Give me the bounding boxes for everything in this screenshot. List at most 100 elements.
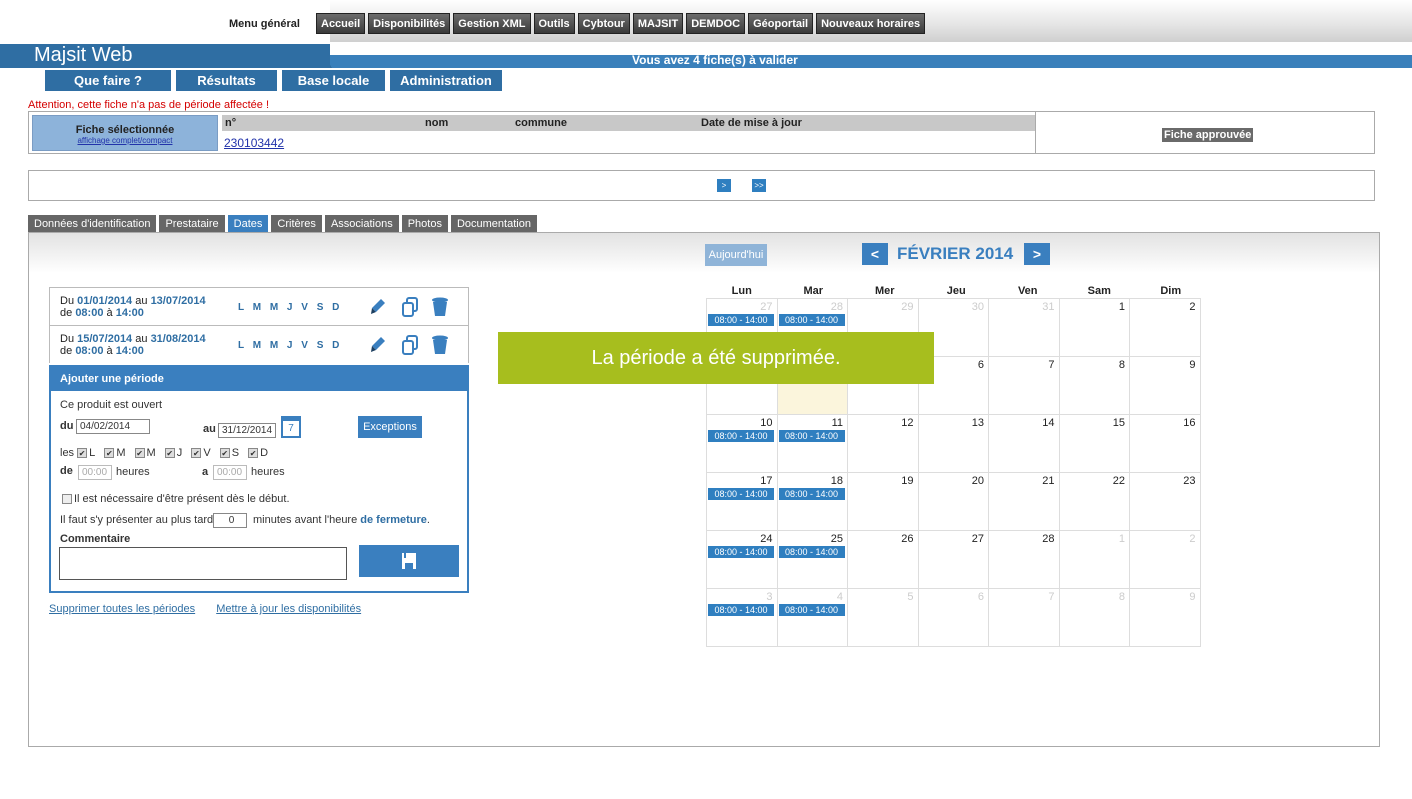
minutes-input[interactable]: 0 xyxy=(213,513,247,528)
calendar-day[interactable]: 14 xyxy=(988,414,1060,473)
calendar-day[interactable]: 13 xyxy=(917,414,989,473)
calendar-day[interactable]: 11 08:00 - 14:00 xyxy=(776,414,848,473)
calendar-day[interactable]: 8 xyxy=(1058,356,1130,415)
last-record-button[interactable]: >> xyxy=(752,179,766,192)
menu-geoportail[interactable]: Géoportail xyxy=(748,13,814,34)
menu-cybtour[interactable]: Cybtour xyxy=(577,13,630,34)
calendar-event[interactable]: 08:00 - 14:00 xyxy=(708,546,774,558)
calendar-day[interactable]: 7 xyxy=(988,356,1060,415)
calendar-event[interactable]: 08:00 - 14:00 xyxy=(778,488,845,500)
checkbox-lundi[interactable]: ✔ xyxy=(77,448,88,459)
tab-photos[interactable]: Photos xyxy=(401,215,448,233)
update-availability-link[interactable]: Mettre à jour les disponibilités xyxy=(216,603,361,615)
calendar-day[interactable]: 24 08:00 - 14:00 xyxy=(706,530,778,589)
trash-icon[interactable] xyxy=(430,296,450,318)
calendar-picker-icon[interactable]: 7 xyxy=(281,416,301,438)
today-button[interactable]: Aujourd'hui xyxy=(705,244,767,266)
calendar-day[interactable]: 17 08:00 - 14:00 xyxy=(706,472,778,531)
presence-checkbox[interactable] xyxy=(62,494,72,505)
calendar-day[interactable]: 18 08:00 - 14:00 xyxy=(776,472,848,531)
pending-notice[interactable]: Vous avez 4 fiche(s) à valider xyxy=(632,53,798,67)
trash-icon[interactable] xyxy=(430,334,450,356)
checkbox-samedi[interactable]: ✔ xyxy=(219,448,230,459)
menu-accueil[interactable]: Accueil xyxy=(316,13,366,34)
pencil-icon[interactable] xyxy=(368,296,388,318)
start-hour-input[interactable]: 00:00 xyxy=(78,465,112,480)
tab-identification[interactable]: Données d'identification xyxy=(28,215,157,233)
calendar-day[interactable]: 308:00 - 14:00 xyxy=(706,588,778,647)
calendar-event[interactable]: 08:00 - 14:00 xyxy=(708,314,774,326)
calendar-event[interactable]: 08:00 - 14:00 xyxy=(778,430,845,442)
calendar-day[interactable]: 6 xyxy=(917,588,989,647)
calendar-event[interactable]: 08:00 - 14:00 xyxy=(708,488,774,500)
start-date-input[interactable]: 04/02/2014 xyxy=(76,419,150,434)
tab-resultats[interactable]: Résultats xyxy=(176,70,277,91)
calendar-day[interactable]: 23 xyxy=(1129,472,1201,531)
calendar-day[interactable]: 25 08:00 - 14:00 xyxy=(776,530,848,589)
next-month-button[interactable]: > xyxy=(1024,243,1050,265)
calendar-day[interactable]: 2 xyxy=(1129,530,1201,589)
calendar-day[interactable]: 7 xyxy=(988,588,1060,647)
display-toggle-link[interactable]: affichage complet/compact xyxy=(33,136,217,145)
tab-que-faire[interactable]: Que faire ? xyxy=(45,70,171,91)
calendar-event[interactable]: 08:00 - 14:00 xyxy=(778,546,845,558)
calendar-day[interactable]: 19 xyxy=(847,472,919,531)
copy-icon[interactable] xyxy=(400,334,420,356)
checkbox-dimanche[interactable]: ✔ xyxy=(248,448,259,459)
au-label: au xyxy=(203,423,216,435)
fiche-number-link[interactable]: 230103442 xyxy=(224,136,284,150)
menu-gestion-xml[interactable]: Gestion XML xyxy=(453,13,531,34)
calendar-day[interactable]: 10 08:00 - 14:00 xyxy=(706,414,778,473)
pencil-icon[interactable] xyxy=(368,334,388,356)
tab-base-locale[interactable]: Base locale xyxy=(282,70,385,91)
checkbox-jeudi[interactable]: ✔ xyxy=(164,448,175,459)
calendar-event[interactable]: 08:00 - 14:00 xyxy=(708,604,774,616)
calendar-day[interactable]: 20 xyxy=(917,472,989,531)
tab-documentation[interactable]: Documentation xyxy=(450,215,537,233)
menu-demdoc[interactable]: DEMDOC xyxy=(686,13,746,34)
tab-associations[interactable]: Associations xyxy=(324,215,399,233)
calendar-day[interactable]: 16 xyxy=(1129,414,1201,473)
calendar-day[interactable]: 1 xyxy=(1058,298,1130,357)
calendar-event[interactable]: 08:00 - 14:00 xyxy=(778,604,845,616)
calendar-day[interactable]: 28 xyxy=(988,530,1060,589)
next-record-button[interactable]: > xyxy=(717,179,731,192)
calendar-day[interactable]: 8 xyxy=(1058,588,1130,647)
calendar-event[interactable]: 08:00 - 14:00 xyxy=(708,430,774,442)
calendar-day[interactable]: 2 xyxy=(1129,298,1201,357)
calendar-day[interactable]: 5 xyxy=(847,588,919,647)
checkbox-vendredi[interactable]: ✔ xyxy=(191,448,202,459)
calendar-day[interactable]: 26 xyxy=(847,530,919,589)
tab-administration[interactable]: Administration xyxy=(390,70,502,91)
calendar-day[interactable]: 9 xyxy=(1129,356,1201,415)
menu-outils[interactable]: Outils xyxy=(533,13,575,34)
calendar-event[interactable]: 08:00 - 14:00 xyxy=(778,314,845,326)
comment-textarea[interactable] xyxy=(59,547,347,580)
calendar-day[interactable]: 9 xyxy=(1129,588,1201,647)
calendar-day[interactable]: 22 xyxy=(1058,472,1130,531)
tab-dates[interactable]: Dates xyxy=(227,215,269,233)
calendar-day[interactable]: 21 xyxy=(988,472,1060,531)
end-hour-input[interactable]: 00:00 xyxy=(213,465,247,480)
calendar-day[interactable]: 31 xyxy=(988,298,1060,357)
menu-majsit[interactable]: MAJSIT xyxy=(632,13,684,34)
calendar-day[interactable]: 408:00 - 14:00 xyxy=(776,588,848,647)
menu-nouveaux-horaires[interactable]: Nouveaux horaires xyxy=(816,13,926,34)
tab-criteres[interactable]: Critères xyxy=(271,215,322,233)
copy-icon[interactable] xyxy=(400,296,420,318)
prev-month-button[interactable]: < xyxy=(862,243,888,265)
exceptions-button[interactable]: Exceptions xyxy=(358,416,422,438)
save-button[interactable] xyxy=(359,545,459,577)
calendar-day[interactable]: 1 xyxy=(1058,530,1130,589)
end-date-input[interactable]: 31/12/2014 xyxy=(218,423,276,438)
checkbox-mercredi[interactable]: ✔ xyxy=(134,448,145,459)
fermeture-link[interactable]: de fermeture xyxy=(360,514,427,526)
checkbox-mardi[interactable]: ✔ xyxy=(104,448,115,459)
tab-prestataire[interactable]: Prestataire xyxy=(159,215,225,233)
calendar-week: 10 08:00 - 14:00 11 08:00 - 14:00 12 13 14 15 16 xyxy=(706,414,1207,473)
calendar-day[interactable]: 27 xyxy=(917,530,989,589)
menu-disponibilites[interactable]: Disponibilités xyxy=(368,13,451,34)
calendar-day[interactable]: 15 xyxy=(1058,414,1130,473)
delete-all-periods-link[interactable]: Supprimer toutes les périodes xyxy=(49,603,195,615)
calendar-day[interactable]: 12 xyxy=(847,414,919,473)
